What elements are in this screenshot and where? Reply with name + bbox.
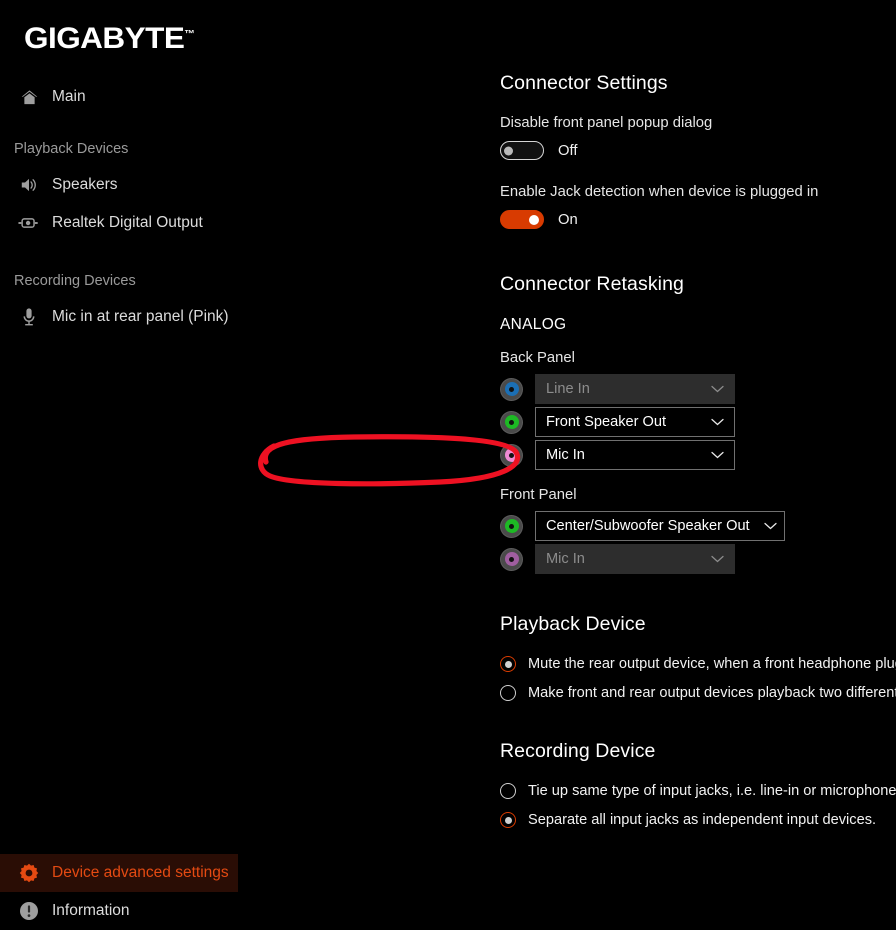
playback-device-option-two-streams[interactable]: Make front and rear output devices playb…: [500, 685, 896, 701]
dropdown-value: Front Speaker Out: [546, 414, 667, 430]
sidebar-item-label: Main: [52, 88, 86, 105]
chevron-down-icon: [711, 416, 724, 429]
front-panel-label: Front Panel: [500, 487, 577, 503]
radio-label: Tie up same type of input jacks, i.e. li…: [528, 783, 896, 799]
enable-jack-detection-row: On: [500, 210, 896, 229]
radio-button[interactable]: [500, 685, 516, 701]
chevron-down-icon: [763, 520, 777, 533]
dropdown-value: Mic In: [546, 447, 585, 463]
sidebar-nav: Main Playback Devices Speakers Realtek D…: [0, 78, 238, 336]
back-panel-jack-row-line-in: Line In: [500, 374, 896, 404]
jack-connector-icon-blue: [500, 377, 523, 401]
enable-jack-detection-label: Enable Jack detection when device is plu…: [500, 184, 819, 200]
sidebar-item-information[interactable]: Information: [0, 892, 238, 930]
recording-device-option-tie-up[interactable]: Tie up same type of input jacks, i.e. li…: [500, 783, 896, 799]
main-content: Connector Settings Disable front panel p…: [238, 0, 896, 930]
sidebar-group-playback-devices: Playback Devices: [14, 141, 129, 157]
back-panel-dropdown-line-in: Line In: [535, 374, 735, 404]
chevron-down-icon: [711, 383, 724, 396]
radio-button[interactable]: [500, 812, 516, 828]
trademark-symbol: ™: [184, 29, 195, 40]
recording-device-title: Recording Device: [500, 740, 656, 762]
disable-front-panel-popup-row: Off: [500, 141, 896, 160]
sidebar: GIGABYTE™ Main Playback Devices Speakers…: [0, 0, 238, 930]
sidebar-group-recording-devices: Recording Devices: [14, 273, 136, 289]
front-panel-dropdown-center-subwoofer-speaker-out[interactable]: Center/Subwoofer Speaker Out: [535, 511, 785, 541]
playback-device-title: Playback Device: [500, 613, 646, 635]
chevron-down-icon: [711, 553, 724, 566]
back-panel-dropdown-mic-in[interactable]: Mic In: [535, 440, 735, 470]
radio-button[interactable]: [500, 656, 516, 672]
front-panel-jack-row-mic-in: Mic In: [500, 544, 896, 574]
jack-connector-icon-green: [500, 410, 523, 434]
sidebar-item-label: Speakers: [52, 176, 118, 193]
sidebar-item-mic-in-rear-panel[interactable]: Mic in at rear panel (Pink): [0, 298, 238, 336]
content-inner: Connector Settings Disable front panel p…: [500, 72, 896, 828]
dropdown-value: Mic In: [546, 551, 585, 567]
jack-connector-icon-green: [500, 514, 523, 538]
jack-connector-icon-purple: [500, 547, 523, 571]
gear-icon: [14, 860, 44, 886]
brand-name: GIGABYTE: [24, 22, 185, 55]
sidebar-item-label: Device advanced settings: [52, 864, 229, 881]
sidebar-item-label: Realtek Digital Output: [52, 214, 203, 231]
speaker-icon: [14, 172, 44, 198]
gigabyte-logo: GIGABYTE™: [24, 22, 195, 56]
radio-button[interactable]: [500, 783, 516, 799]
radio-label: Mute the rear output device, when a fron…: [528, 656, 896, 672]
front-panel-dropdown-mic-in: Mic In: [535, 544, 735, 574]
back-panel-dropdown-front-speaker-out[interactable]: Front Speaker Out: [535, 407, 735, 437]
chevron-down-icon: [711, 449, 724, 462]
sidebar-item-label: Mic in at rear panel (Pink): [52, 308, 229, 325]
back-panel-jack-row-mic-in: Mic In: [500, 440, 896, 470]
back-panel-label: Back Panel: [500, 350, 575, 366]
sidebar-item-realtek-digital-output[interactable]: Realtek Digital Output: [0, 204, 238, 242]
toggle-state-label: On: [558, 211, 578, 228]
front-panel-jack-row-center-subwoofer: Center/Subwoofer Speaker Out: [500, 511, 896, 541]
toggle-knob: [504, 146, 513, 155]
disable-front-panel-popup-toggle[interactable]: [500, 141, 544, 160]
digital-output-icon: [14, 210, 44, 236]
connector-settings-title: Connector Settings: [500, 72, 668, 94]
sidebar-item-label: Information: [52, 902, 130, 919]
microphone-icon: [14, 304, 44, 330]
info-icon: [14, 898, 44, 924]
disable-front-panel-popup-label: Disable front panel popup dialog: [500, 115, 713, 131]
playback-device-option-mute-rear[interactable]: Mute the rear output device, when a fron…: [500, 656, 896, 672]
jack-connector-icon-pink: [500, 443, 523, 467]
recording-device-option-separate[interactable]: Separate all input jacks as independent …: [500, 812, 896, 828]
radio-label: Make front and rear output devices playb…: [528, 685, 896, 701]
radio-label: Separate all input jacks as independent …: [528, 812, 877, 828]
sidebar-item-main[interactable]: Main: [0, 78, 238, 116]
back-panel-jack-row-front-speaker-out: Front Speaker Out: [500, 407, 896, 437]
toggle-knob: [529, 214, 539, 225]
toggle-state-label: Off: [558, 142, 578, 159]
connector-retasking-title: Connector Retasking: [500, 273, 684, 295]
dropdown-value: Line In: [546, 381, 590, 397]
panel-gap: [500, 473, 896, 487]
sidebar-item-speakers[interactable]: Speakers: [0, 166, 238, 204]
dropdown-value: Center/Subwoofer Speaker Out: [546, 518, 750, 534]
home-icon: [14, 84, 44, 110]
enable-jack-detection-toggle[interactable]: [500, 210, 544, 229]
sidebar-bottom-nav: Device advanced settings Information: [0, 854, 238, 930]
realtek-audio-console-window: GIGABYTE™ Main Playback Devices Speakers…: [0, 0, 896, 930]
sidebar-item-device-advanced-settings[interactable]: Device advanced settings: [0, 854, 238, 892]
analog-label: ANALOG: [500, 316, 567, 333]
